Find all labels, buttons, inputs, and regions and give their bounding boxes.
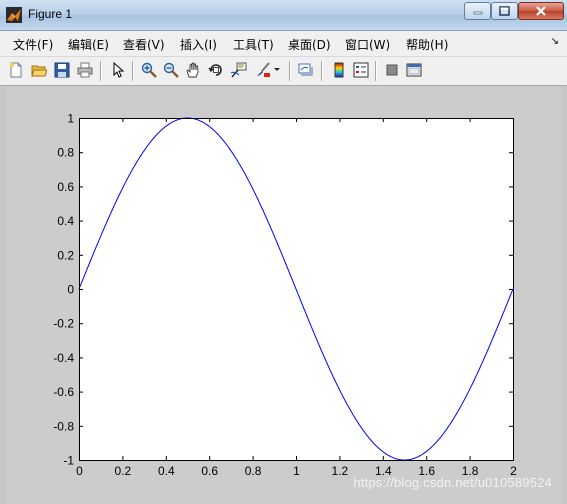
close-icon [536, 6, 546, 16]
menu-overflow-icon[interactable]: ↘ [551, 36, 559, 47]
menu-window[interactable]: 窗口(W) [345, 36, 390, 53]
toolbar-separator [321, 61, 323, 81]
chevron-down-icon [274, 68, 280, 71]
y-tick-label: -0.4 [53, 351, 74, 365]
toolbar-separator [289, 61, 291, 81]
menu-bar: 文件(F) 编辑(E) 查看(V) 插入(I) 工具(T) 桌面(D) 窗口(W… [0, 31, 567, 57]
figure-toolbar [0, 57, 567, 86]
x-tick-label: 0.8 [245, 464, 262, 478]
plot-svg: 0 0.2 0.4 0.6 0.8 1 1.2 1.4 1.6 1.8 210.80.60.40.2… [53, 112, 517, 479]
figure-canvas[interactable]: 0 0.2 0.4 0.6 0.8 1 1.2 1.4 1.6 1.8 2 1 0.8 0.6 0.4 0.2… [5, 86, 562, 504]
toolbar-separator [375, 61, 377, 81]
link-plot-icon [298, 63, 313, 76]
y-tick-label: -0.8 [53, 419, 74, 433]
save-button[interactable] [53, 61, 71, 79]
x-tick-label: 0 [76, 464, 83, 478]
new-figure-button[interactable] [7, 61, 25, 79]
toolbar-separator [100, 61, 102, 81]
open-file-icon [31, 65, 47, 77]
hide-plot-tools-icon [386, 64, 398, 76]
edit-plot-button[interactable] [109, 61, 127, 79]
print-icon [77, 62, 93, 78]
y-tick-label: 0.2 [57, 248, 74, 262]
open-file-button[interactable] [30, 61, 48, 79]
x-tick-label: 1 [293, 464, 300, 478]
zoom-out-icon [163, 62, 179, 78]
rotate-3d-icon [208, 64, 222, 76]
menu-tools[interactable]: 工具(T) [233, 36, 274, 53]
minimize-button[interactable] [464, 2, 491, 20]
brush-button[interactable] [254, 61, 272, 79]
data-cursor-icon [231, 62, 247, 78]
show-plot-tools-button[interactable] [405, 61, 423, 79]
x-tick-label: 0.6 [201, 464, 218, 478]
minimize-icon [473, 11, 482, 15]
title-bar[interactable]: Figure 1 [0, 0, 567, 31]
new-figure-icon [9, 62, 22, 78]
legend-icon [353, 62, 369, 78]
zoom-in-icon [141, 62, 157, 78]
pan-hand-icon [186, 62, 199, 78]
hide-plot-tools-button[interactable] [383, 61, 401, 79]
toolbar-separator [132, 61, 134, 81]
colorbar-icon [334, 62, 344, 78]
zoom-in-button[interactable] [140, 61, 158, 79]
colorbar-button[interactable] [330, 61, 348, 79]
menu-file[interactable]: 文件(F) [13, 36, 53, 53]
show-plot-tools-icon [406, 63, 422, 77]
edit-plot-arrow-icon [113, 62, 125, 78]
data-cursor-button[interactable] [230, 61, 248, 79]
x-tick-label: 0.4 [158, 464, 175, 478]
menu-insert[interactable]: 插入(I) [180, 36, 217, 53]
close-button[interactable] [518, 2, 564, 20]
y-tick-label: -0.6 [53, 385, 74, 399]
maximize-icon [499, 6, 510, 16]
brush-icon [257, 62, 270, 77]
maximize-button[interactable] [491, 2, 518, 20]
y-tick-label: -1 [63, 454, 74, 468]
y-tick-label: 0.4 [57, 214, 74, 228]
legend-button[interactable] [352, 61, 370, 79]
y-tick-label: 0.6 [57, 180, 74, 194]
x-tick-label: 1.2 [332, 464, 349, 478]
y-tick-label: 1 [67, 112, 74, 126]
menu-view[interactable]: 查看(V) [123, 36, 165, 53]
save-icon [54, 62, 70, 78]
y-tick-label: 0 [67, 283, 74, 297]
link-plot-button[interactable] [297, 61, 315, 79]
y-tick-label: -0.2 [53, 317, 74, 331]
menu-edit[interactable]: 编辑(E) [68, 36, 109, 53]
brush-dropdown[interactable] [272, 61, 282, 79]
x-tick-label: 0.2 [115, 464, 132, 478]
menu-help[interactable]: 帮助(H) [406, 36, 448, 53]
matlab-logo-icon [6, 7, 22, 23]
window-title: Figure 1 [28, 7, 73, 21]
print-button[interactable] [76, 61, 94, 79]
pan-button[interactable] [184, 61, 202, 79]
menu-desktop[interactable]: 桌面(D) [288, 36, 331, 53]
figure-window: Figure 1 文件(F) 编辑(E) 查看(V) 插入(I) 工具(T) 桌… [0, 0, 567, 504]
watermark-text: https://blog.csdn.net/u010589524 [353, 475, 552, 490]
y-tick-label: 0.8 [57, 146, 74, 160]
zoom-out-button[interactable] [162, 61, 180, 79]
rotate-3d-button[interactable] [207, 61, 225, 79]
